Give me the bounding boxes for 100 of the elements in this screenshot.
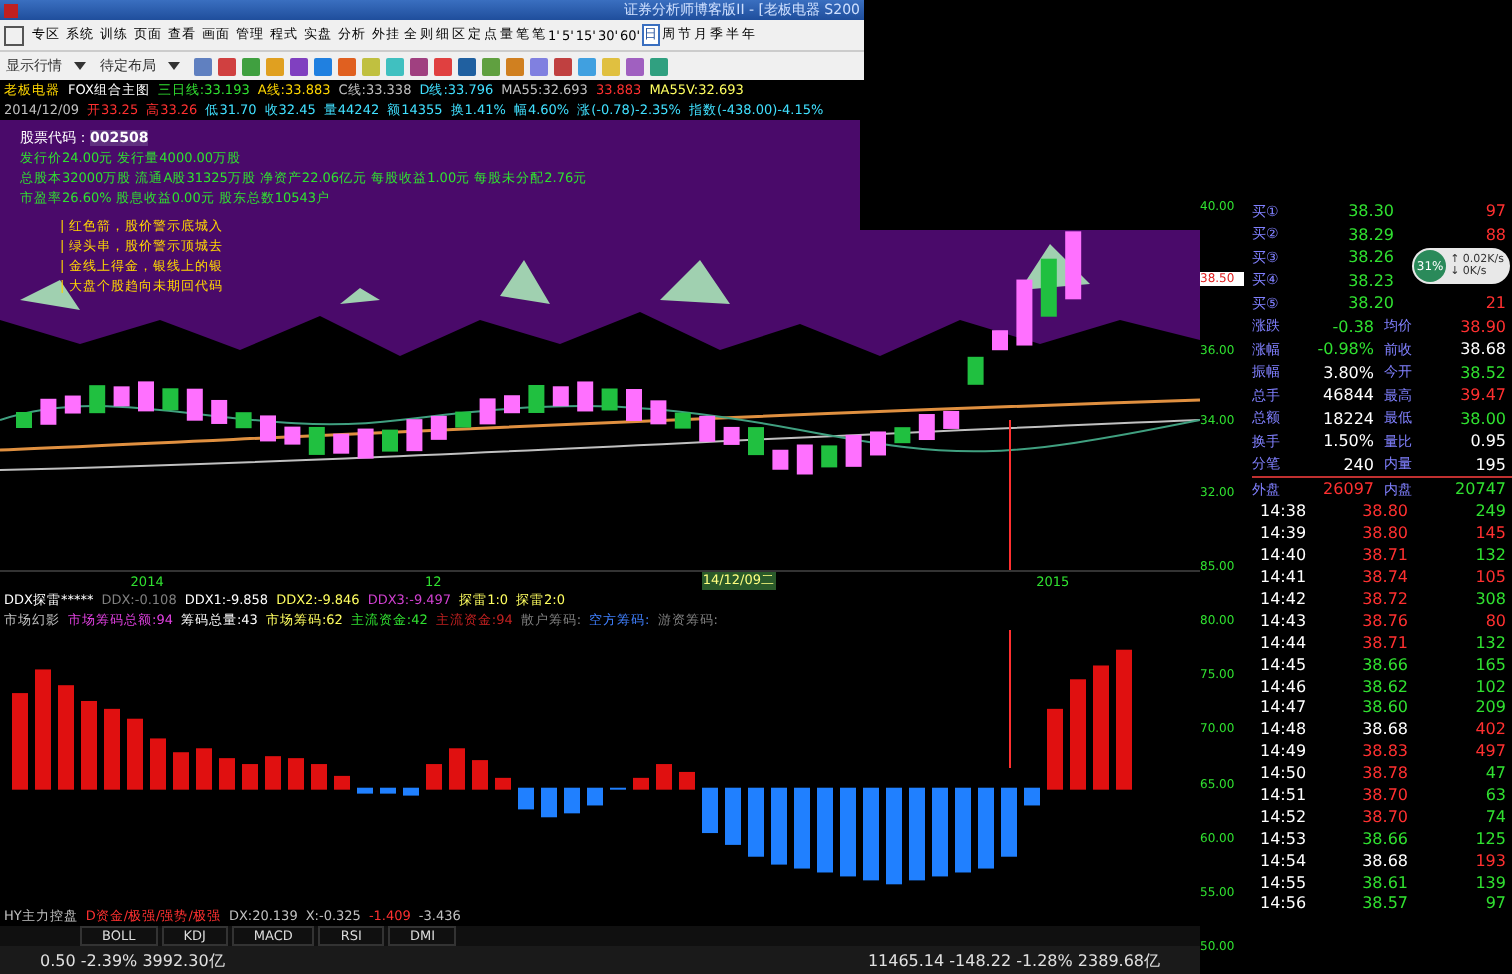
stat-value: 240 — [1341, 455, 1376, 474]
candle — [308, 426, 325, 455]
histogram-bar — [1116, 649, 1132, 790]
candle — [992, 330, 1008, 351]
tick-volume: 63 — [1483, 786, 1508, 805]
histogram-bar — [1024, 787, 1040, 806]
histogram-bar — [1001, 787, 1017, 857]
histogram-bar — [426, 764, 442, 790]
histogram-bar — [633, 777, 649, 790]
tick-volume: 80 — [1483, 611, 1508, 630]
tick-price: 38.80 — [1360, 524, 1410, 543]
histogram-bar — [81, 700, 97, 790]
tick-volume: 105 — [1473, 568, 1508, 587]
histogram-bar — [495, 777, 511, 790]
order-price: 38.29 — [1346, 225, 1396, 244]
candle — [943, 410, 960, 429]
tick-volume: 145 — [1473, 524, 1508, 543]
order-price: 38.26 — [1346, 248, 1396, 267]
marker-line — [1009, 630, 1011, 769]
histogram-bar — [12, 693, 28, 790]
histogram-bar — [794, 787, 810, 869]
order-volume: 88 — [1485, 225, 1506, 244]
candle — [260, 415, 276, 442]
histogram-bar — [679, 771, 695, 790]
tick-volume: 193 — [1473, 851, 1508, 870]
order-volume: 21 — [1485, 294, 1506, 313]
order-volume: 97 — [1485, 202, 1506, 221]
histogram-bar — [886, 787, 902, 885]
tick-time: 14:52 — [1258, 807, 1309, 826]
tick-time: 14:40 — [1258, 546, 1309, 565]
tick-price: 38.70 — [1360, 807, 1410, 826]
tick-price: 38.71 — [1360, 633, 1410, 652]
candle — [138, 381, 154, 412]
candle — [211, 399, 228, 424]
caret-icon[interactable] — [74, 62, 86, 70]
histogram-bar — [403, 787, 419, 796]
histogram-bar — [1070, 679, 1086, 790]
tick-time: 14:43 — [1258, 611, 1309, 630]
stat-value: 38.68 — [1458, 340, 1508, 359]
stat-value: 1.50% — [1321, 432, 1376, 451]
histogram-bar — [1047, 708, 1063, 790]
candle — [406, 419, 423, 452]
histogram-bar — [978, 787, 994, 869]
tick-volume: 165 — [1473, 655, 1508, 674]
histogram-bar — [311, 764, 327, 790]
tick-price: 38.70 — [1360, 786, 1410, 805]
tick-price: 38.71 — [1360, 546, 1410, 565]
candle — [40, 398, 57, 425]
tick-volume: 139 — [1473, 873, 1508, 892]
candle — [894, 427, 911, 444]
tick-time: 14:48 — [1258, 720, 1309, 739]
candle — [552, 386, 569, 407]
candle — [430, 415, 447, 440]
tick-time: 14:56 — [1258, 894, 1309, 913]
tick-volume: 74 — [1483, 807, 1508, 826]
histogram-bar — [863, 787, 879, 881]
tick-price: 38.57 — [1360, 894, 1410, 913]
tick-volume: 132 — [1473, 546, 1508, 565]
tick-time: 14:44 — [1258, 633, 1309, 652]
histogram-bar — [817, 787, 833, 873]
stat-value: 38.90 — [1458, 317, 1508, 336]
histogram-bar — [564, 787, 580, 814]
candle — [870, 431, 886, 456]
candle — [235, 412, 252, 429]
tick-time: 14:47 — [1258, 698, 1309, 717]
stat-value: 20747 — [1453, 480, 1508, 499]
histogram-bar — [587, 787, 603, 806]
histogram-bar — [518, 787, 534, 810]
histogram-bar — [35, 669, 51, 790]
grid-icon[interactable] — [4, 25, 24, 45]
histogram-bar — [748, 787, 764, 857]
stat-value: -0.98% — [1315, 340, 1376, 359]
order-price: 38.30 — [1346, 202, 1396, 221]
histogram-bar — [449, 748, 465, 790]
tick-time: 14:45 — [1258, 655, 1309, 674]
tick-time: 14:55 — [1258, 873, 1309, 892]
tick-price: 38.66 — [1360, 829, 1410, 848]
tick-volume: 209 — [1473, 698, 1508, 717]
histogram-bar — [541, 787, 557, 818]
tick-volume: 47 — [1483, 764, 1508, 783]
tick-price: 38.61 — [1360, 873, 1410, 892]
stat-value: 3.80% — [1321, 363, 1376, 382]
stat-value: 0.95 — [1468, 432, 1508, 451]
tick-volume: 497 — [1473, 742, 1508, 761]
histogram-bar — [265, 756, 281, 790]
histogram-bar — [656, 764, 672, 790]
histogram-bar — [127, 718, 143, 790]
tick-time: 14:46 — [1258, 677, 1309, 696]
tick-time: 14:41 — [1258, 568, 1309, 587]
stat-value: 38.00 — [1458, 409, 1508, 428]
candle — [601, 388, 618, 411]
candle — [967, 356, 984, 385]
candle — [504, 395, 520, 414]
stat-value: 39.47 — [1458, 386, 1508, 405]
candle — [89, 385, 106, 414]
caret-icon[interactable] — [168, 62, 180, 70]
candle — [1065, 231, 1082, 300]
stat-value: -0.38 — [1330, 317, 1376, 336]
candle — [918, 414, 935, 440]
candle — [333, 433, 350, 454]
